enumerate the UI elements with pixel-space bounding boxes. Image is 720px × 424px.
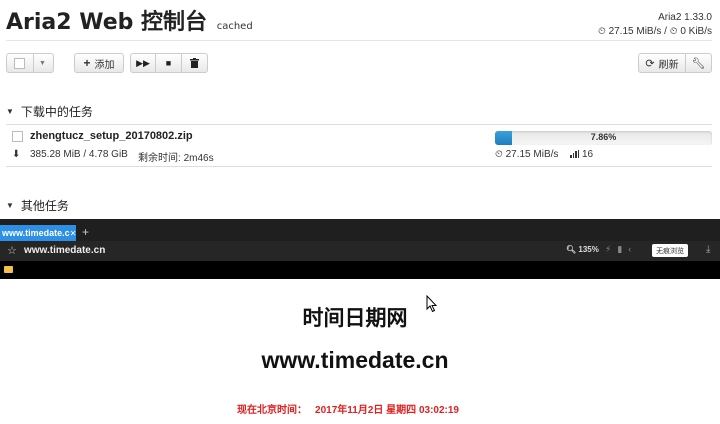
cached-badge: cached xyxy=(216,21,253,32)
add-task-label: 添加 xyxy=(94,59,115,71)
site-domain: www.timedate.cn xyxy=(261,347,449,373)
browser-window: www.timedate.c ✕ + ☆ www.timedate.cn 🔍︎ … xyxy=(0,219,720,279)
task-remaining: 剩余时间: 2m46s xyxy=(138,149,214,164)
plus-icon: + xyxy=(83,56,91,70)
app-title: Aria2 Web 控制台 cached xyxy=(6,4,253,36)
close-icon[interactable]: ✕ xyxy=(70,229,77,238)
task-control-group: ▶▶ ■ xyxy=(130,53,208,73)
chevron-down-icon[interactable]: ▼ xyxy=(33,54,46,72)
settings-button[interactable]: 🔧︎ xyxy=(686,53,712,73)
task-progress-bar: 7.86% xyxy=(495,131,712,145)
task-speed: ⏲ 27.15 MiB/s xyxy=(495,149,558,160)
bookmarks-bar xyxy=(0,261,720,279)
star-icon[interactable]: ☆ xyxy=(7,244,17,257)
task-filename[interactable]: zhengtucz_setup_20170802.zip xyxy=(30,130,193,142)
add-task-button[interactable]: + 添加 xyxy=(74,53,124,73)
downloading-section-toggle[interactable]: ▼ 下载中的任务 xyxy=(6,103,93,120)
section-divider xyxy=(6,124,712,125)
task-speed-value: 27.15 MiB/s xyxy=(505,149,559,160)
download-icon[interactable]: ⤓ xyxy=(706,244,710,255)
url-text[interactable]: www.timedate.cn xyxy=(24,245,105,256)
signal-icon xyxy=(570,150,579,158)
fast-forward-icon: ▶▶ xyxy=(136,57,150,68)
chevron-down-icon: ▼ xyxy=(6,107,14,116)
beijing-time-value: 2017年11月2日 星期四 03:02:19 xyxy=(315,405,459,416)
remaining-value: 2m46s xyxy=(183,153,214,164)
stop-icon: ■ xyxy=(165,58,172,68)
tab-title: www.timedate.c xyxy=(2,228,70,238)
select-all-dropdown[interactable]: ▼ xyxy=(6,53,54,73)
speed-icon: ⏲ xyxy=(495,149,503,160)
refresh-label: 刷新 xyxy=(658,59,679,71)
resume-button[interactable]: ▶▶ xyxy=(130,53,156,73)
beijing-time-label: 现在北京时间： xyxy=(237,405,308,416)
trash-icon xyxy=(190,58,199,68)
upload-speed-icon: ⏲ xyxy=(669,26,678,37)
app-title-text: Aria2 Web 控制台 xyxy=(6,10,208,35)
new-tab-icon[interactable]: + xyxy=(82,225,89,239)
wrench-icon: 🔧︎ xyxy=(691,57,706,70)
beijing-time: 现在北京时间： 2017年11月2日 星期四 03:02:19 xyxy=(0,401,696,416)
delete-button[interactable] xyxy=(182,53,208,73)
task-size: 385.28 MiB / 4.78 GiB xyxy=(30,149,128,160)
task-connections: 16 xyxy=(570,149,593,160)
downloading-section-title: 下载中的任务 xyxy=(20,105,93,119)
select-all-checkbox[interactable] xyxy=(14,57,26,69)
aria2-version: Aria2 1.33.0 xyxy=(658,12,712,23)
remaining-label: 剩余时间: xyxy=(138,153,181,164)
folder-icon[interactable] xyxy=(4,266,13,273)
connections-count: 16 xyxy=(582,149,594,160)
stop-button[interactable]: ■ xyxy=(156,53,182,73)
site-heading: 时间日期网 xyxy=(302,306,408,330)
global-download-speed: 27.15 MiB/s xyxy=(608,26,662,37)
toolbar-icons[interactable]: ⚡▮‹ xyxy=(605,244,637,255)
browser-tab[interactable]: www.timedate.c ✕ xyxy=(0,225,76,241)
download-speed-icon: ⏲ xyxy=(597,26,606,37)
address-bar: ☆ www.timedate.cn 🔍︎ 135% ⚡▮‹ 无痕浏览 ⤓ xyxy=(0,241,720,261)
task-checkbox[interactable] xyxy=(12,131,23,142)
chevron-down-icon: ▼ xyxy=(6,201,14,210)
progress-percent: 7.86% xyxy=(590,132,617,142)
global-upload-speed: 0 KiB/s xyxy=(680,26,712,37)
download-icon: ⬇ xyxy=(12,149,21,160)
global-speed: ⏲ 27.15 MiB/s / ⏲ 0 KiB/s xyxy=(597,26,712,37)
incognito-button[interactable]: 无痕浏览 xyxy=(652,244,688,257)
other-section-toggle[interactable]: ▼ 其他任务 xyxy=(6,197,69,214)
refresh-button[interactable]: ⟳ 刷新 xyxy=(638,53,686,73)
task-divider xyxy=(6,166,712,167)
zoom-level[interactable]: 🔍︎ 135% xyxy=(566,245,599,254)
other-section-title: 其他任务 xyxy=(20,199,69,213)
refresh-icon: ⟳ xyxy=(645,57,655,70)
header-divider xyxy=(6,40,712,41)
